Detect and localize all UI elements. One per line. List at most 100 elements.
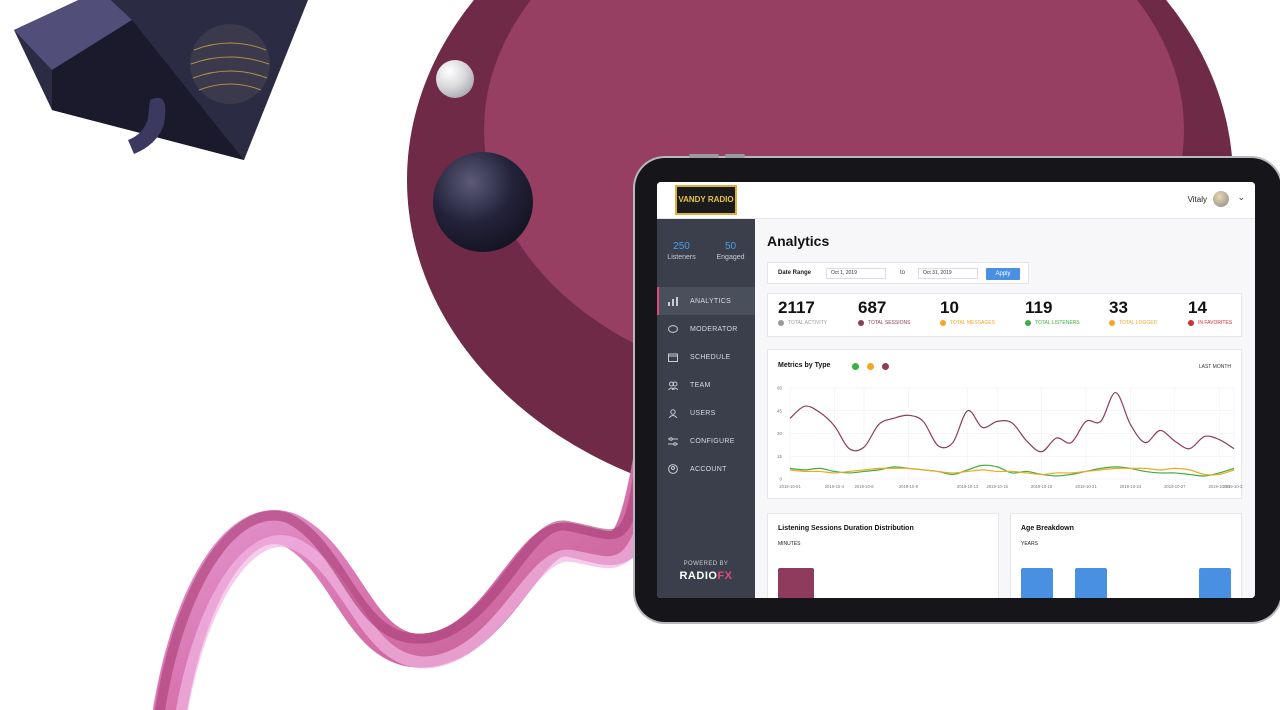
sidebar-item-moderator[interactable]: MODERATOR <box>657 315 755 343</box>
powered-by: POWERED BY RADIOFX <box>657 561 755 582</box>
tablet-power-button <box>725 154 745 158</box>
sessions-duration-card: Listening Sessions Duration Distribution… <box>767 513 999 598</box>
sessions-icon <box>858 320 864 326</box>
card-subtitle: MINUTES <box>778 541 801 547</box>
account-icon <box>667 464 679 474</box>
top-bar: VANDY RADIO Vitaly ⌄ <box>657 182 1255 219</box>
series-line-sessions <box>789 391 1235 453</box>
sidebar-item-schedule[interactable]: SCHEDULE <box>657 343 755 371</box>
listeners-label: Listeners <box>667 254 696 261</box>
app-screen: VANDY RADIO Vitaly ⌄ 250 Listeners 50 En… <box>657 182 1255 598</box>
sidebar-item-team[interactable]: TEAM <box>657 371 755 399</box>
x-tick-label: 2019-10-9 <box>899 484 919 489</box>
background-ribbon <box>153 443 667 710</box>
heart-icon <box>1188 320 1194 326</box>
card-subtitle: YEARS <box>1021 541 1038 547</box>
y-tick-label: 15 <box>777 454 783 459</box>
sidebar-item-configure[interactable]: CONFIGURE <box>657 427 755 455</box>
x-tick-label: 2019-10-13 <box>957 484 979 489</box>
sidebar-item-label: USERS <box>690 409 716 417</box>
metric-total-logged: 33 TOTAL LOGGED <box>1109 298 1157 326</box>
metric-total-activity: 2117 TOTAL ACTIVITY <box>778 298 827 326</box>
logged-icon <box>1109 320 1115 326</box>
histogram-bar <box>778 568 814 598</box>
sliders-icon <box>667 436 679 446</box>
histogram-bar <box>1021 568 1053 598</box>
end-date-input[interactable]: Oct 31, 2019 <box>918 268 978 279</box>
vandy-radio-logo[interactable]: VANDY RADIO <box>675 185 737 215</box>
background-sphere-small <box>436 60 474 98</box>
apply-button[interactable]: Apply <box>986 268 1020 280</box>
sidebar-item-label: SCHEDULE <box>690 353 731 361</box>
sidebar-item-label: ACCOUNT <box>690 465 727 473</box>
legend-sessions-toggle[interactable] <box>882 363 889 370</box>
chart-title: Metrics by Type <box>778 362 831 369</box>
metric-total-sessions: 687 TOTAL SESSIONS <box>858 298 910 326</box>
x-tick-label: 2019-10-01 <box>779 484 801 489</box>
histogram-bar <box>1075 568 1107 598</box>
user-icon <box>667 408 679 418</box>
sidebar: 250 Listeners 50 Engaged ANALYTICS MODER… <box>657 219 755 598</box>
sidebar-item-label: TEAM <box>690 381 711 389</box>
metric-label: IN FAVORITES <box>1198 320 1233 326</box>
metric-label: TOTAL LISTENERS <box>1035 320 1080 326</box>
bar-chart-icon <box>667 296 679 306</box>
date-range-label: Date Range <box>778 270 812 276</box>
series-line-messages <box>789 467 1235 476</box>
engaged-stat: 50 Engaged <box>706 241 755 261</box>
team-icon <box>667 380 679 390</box>
listeners-icon <box>1025 320 1031 326</box>
x-tick-label: 2019-10-21 <box>1075 484 1097 489</box>
y-tick-label: 60 <box>777 386 783 391</box>
metric-value: 687 <box>858 298 887 317</box>
x-tick-label: 2019-10-27 <box>1164 484 1186 489</box>
radiofx-logo[interactable]: RADIOFX <box>657 570 755 582</box>
histogram-bar <box>1199 568 1231 598</box>
main-content: Analytics Date Range Oct 1, 2019 to Oct … <box>755 219 1255 598</box>
legend-listeners-toggle[interactable] <box>852 363 859 370</box>
metric-total-messages: 10 TOTAL MESSAGES <box>940 298 995 326</box>
metric-label: TOTAL MESSAGES <box>950 320 995 326</box>
sidebar-nav: ANALYTICS MODERATOR SCHEDULE TEAM USERS … <box>657 287 755 483</box>
calendar-icon <box>667 352 679 362</box>
avatar[interactable] <box>1213 191 1229 207</box>
date-range-separator: to <box>900 270 906 276</box>
metric-in-favorites: 14 IN FAVORITES <box>1188 298 1232 326</box>
metrics-summary-card: 2117 TOTAL ACTIVITY 687 TOTAL SESSIONS 1… <box>767 293 1242 337</box>
sidebar-item-analytics[interactable]: ANALYTICS <box>657 287 755 315</box>
metric-value: 2117 <box>778 298 815 317</box>
y-tick-label: 45 <box>777 408 783 413</box>
chat-bubble-icon <box>667 324 679 334</box>
metric-value: 10 <box>940 298 959 317</box>
sidebar-item-account[interactable]: ACCOUNT <box>657 455 755 483</box>
legend-messages-toggle[interactable] <box>867 363 874 370</box>
metrics-by-type-card: Metrics by Type LAST MONTH 0 15 30 45 60 2019… <box>767 349 1243 499</box>
card-title: Listening Sessions Duration Distribution <box>778 525 914 532</box>
metric-value: 14 <box>1188 298 1207 317</box>
background-cube <box>14 0 308 160</box>
tablet-frame: VANDY RADIO Vitaly ⌄ 250 Listeners 50 En… <box>635 154 1280 622</box>
user-name[interactable]: Vitaly <box>1188 195 1207 204</box>
x-tick-label: 2019-10-31 <box>1223 484 1243 489</box>
start-date-input[interactable]: Oct 1, 2019 <box>826 268 886 279</box>
x-tick-label: 2019-10-6 <box>854 484 874 489</box>
metric-label: TOTAL LOGGED <box>1119 320 1158 326</box>
card-title: Age Breakdown <box>1021 525 1074 532</box>
sidebar-item-label: MODERATOR <box>690 325 738 333</box>
background-sphere-dark <box>433 152 533 252</box>
chevron-down-icon[interactable]: ⌄ <box>1237 192 1245 203</box>
metric-label: TOTAL SESSIONS <box>868 320 911 326</box>
period-selector[interactable]: LAST MONTH <box>1199 364 1231 370</box>
metric-value: 33 <box>1109 298 1128 317</box>
listeners-count: 250 <box>673 241 690 252</box>
activity-icon <box>778 320 784 326</box>
engaged-label: Engaged <box>716 254 745 261</box>
x-tick-label: 2019-10-18 <box>1031 484 1053 489</box>
age-breakdown-card: Age Breakdown YEARS <box>1010 513 1242 598</box>
sidebar-item-users[interactable]: USERS <box>657 399 755 427</box>
y-tick-label: 0 <box>779 477 782 482</box>
x-tick-label: 2019-10-15 <box>986 484 1008 489</box>
x-tick-label: 2019-10-4 <box>825 484 845 489</box>
engaged-count: 50 <box>724 241 737 252</box>
metrics-line-chart: 0 15 30 45 60 2019-10-01 2019-10-4 2019-10-6 201… <box>777 386 1243 490</box>
